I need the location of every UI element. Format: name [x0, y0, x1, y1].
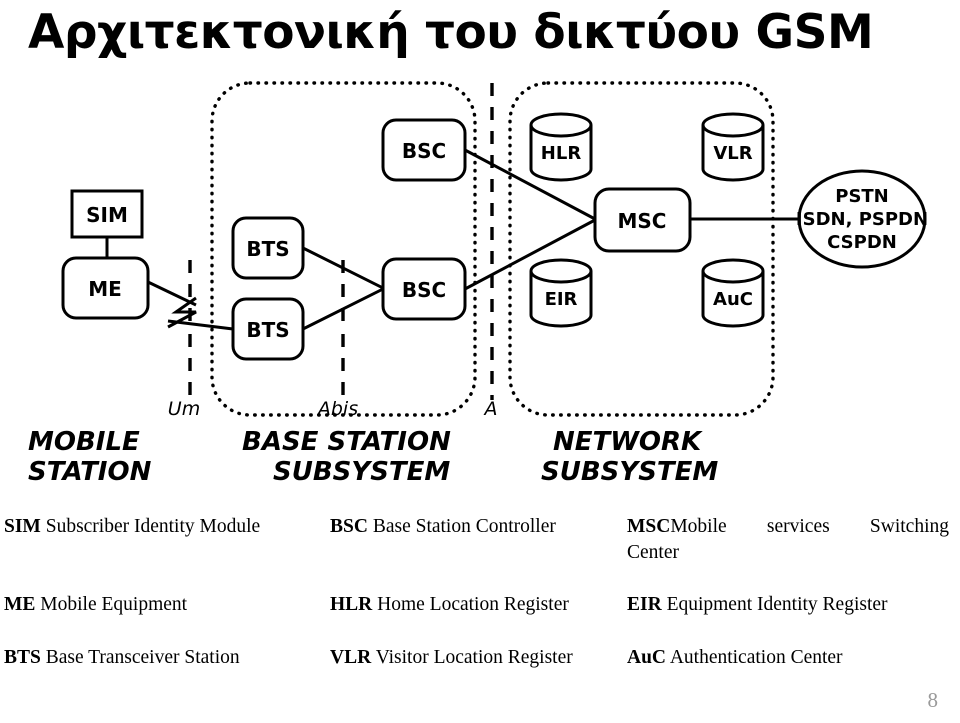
node-bts-lower-label: BTS — [246, 318, 289, 342]
legend-entry-msc: MSCMobile services Switching Center — [627, 514, 957, 566]
node-external-line2: ISDN, PSPDN — [796, 209, 928, 230]
page-number: 8 — [927, 688, 939, 712]
legend-text-me: Mobile Equipment — [35, 594, 188, 615]
link-bts-upper-to-bsc — [302, 246, 384, 290]
legend-entry-vlr: VLR Visitor Location Register — [330, 645, 622, 671]
node-msc-label: MSC — [618, 209, 667, 233]
legend-text-bsc: Base Station Controller — [367, 516, 556, 537]
legend-text-eir: Equipment Identity Register — [661, 594, 888, 615]
node-hlr-label: HLR — [541, 143, 582, 164]
legend-text-bts: Base Transceiver Station — [40, 647, 240, 668]
legend-entry-hlr: HLR Home Location Register — [330, 592, 622, 618]
node-auc-label: AuC — [713, 289, 753, 310]
gsm-architecture-diagram: SIM ME BTS BTS BSC BSC HLR VLR MSC EIR A… — [0, 72, 960, 492]
legend-abbr-auc: AuC — [627, 647, 667, 668]
node-eir-label: EIR — [545, 289, 578, 310]
node-sim-label: SIM — [86, 203, 128, 227]
zone-label-network-line1: NETWORK — [553, 427, 703, 457]
interface-label-a: A — [483, 398, 498, 420]
legend-abbr-bsc: BSC — [330, 516, 368, 537]
legend-abbr-eir: EIR — [627, 594, 662, 615]
legend-abbr-me: ME — [4, 594, 36, 615]
legend-abbr-msc: MSC — [627, 516, 671, 537]
legend-text-sim: Subscriber Identity Module — [40, 516, 261, 537]
node-hlr[interactable]: HLR — [529, 112, 593, 182]
legend-text-msc-line2: Center — [627, 542, 679, 563]
legend-entry-sim: SIM Subscriber Identity Module — [4, 514, 324, 540]
zone-label-mobile-station-line1: MOBILE — [28, 427, 140, 457]
node-vlr-label: VLR — [713, 143, 752, 164]
legend-text-vlr: Visitor Location Register — [371, 647, 573, 668]
node-bsc-lower-label: BSC — [402, 278, 446, 302]
node-auc[interactable]: AuC — [701, 258, 765, 328]
node-external-line1: PSTN — [835, 186, 889, 207]
node-external-networks[interactable]: PSTN ISDN, PSPDN CSPDN — [796, 169, 928, 269]
interface-label-abis: Abis — [316, 398, 358, 420]
legend-entry-auc: AuC Authentication Center — [627, 645, 957, 671]
page-title: Αρχιτεκτονική του δικτύου GSM — [28, 5, 874, 60]
node-eir[interactable]: EIR — [529, 258, 593, 328]
node-me-label: ME — [88, 277, 122, 301]
zone-label-network-line2: SUBSYSTEM — [541, 457, 718, 487]
node-bsc-upper-label: BSC — [402, 139, 446, 163]
zone-label-mobile-station-line2: STATION — [28, 457, 152, 487]
legend-entry-eir: EIR Equipment Identity Register — [627, 592, 957, 618]
legend-abbr-hlr: HLR — [330, 594, 373, 615]
node-bts-upper-label: BTS — [246, 237, 289, 261]
zone-label-base-station-line2: SUBSYSTEM — [273, 457, 450, 487]
legend-entry-bsc: BSC Base Station Controller — [330, 514, 622, 540]
legend-text-msc-line1: Mobile services Switching — [670, 516, 949, 537]
legend-text-auc: Authentication Center — [666, 647, 843, 668]
abbreviation-legend: SIM Subscriber Identity Module BSC Base … — [0, 500, 960, 685]
legend-abbr-sim: SIM — [4, 516, 41, 537]
node-external-line3: CSPDN — [827, 232, 897, 253]
legend-entry-bts: BTS Base Transceiver Station — [4, 645, 324, 671]
legend-entry-me: ME Mobile Equipment — [4, 592, 324, 618]
legend-text-hlr: Home Location Register — [372, 594, 569, 615]
legend-abbr-vlr: VLR — [330, 647, 372, 668]
interface-label-um: Um — [168, 398, 200, 420]
legend-abbr-bts: BTS — [4, 647, 41, 668]
zone-label-base-station-line1: BASE STATION — [242, 427, 451, 457]
node-vlr[interactable]: VLR — [701, 112, 765, 182]
